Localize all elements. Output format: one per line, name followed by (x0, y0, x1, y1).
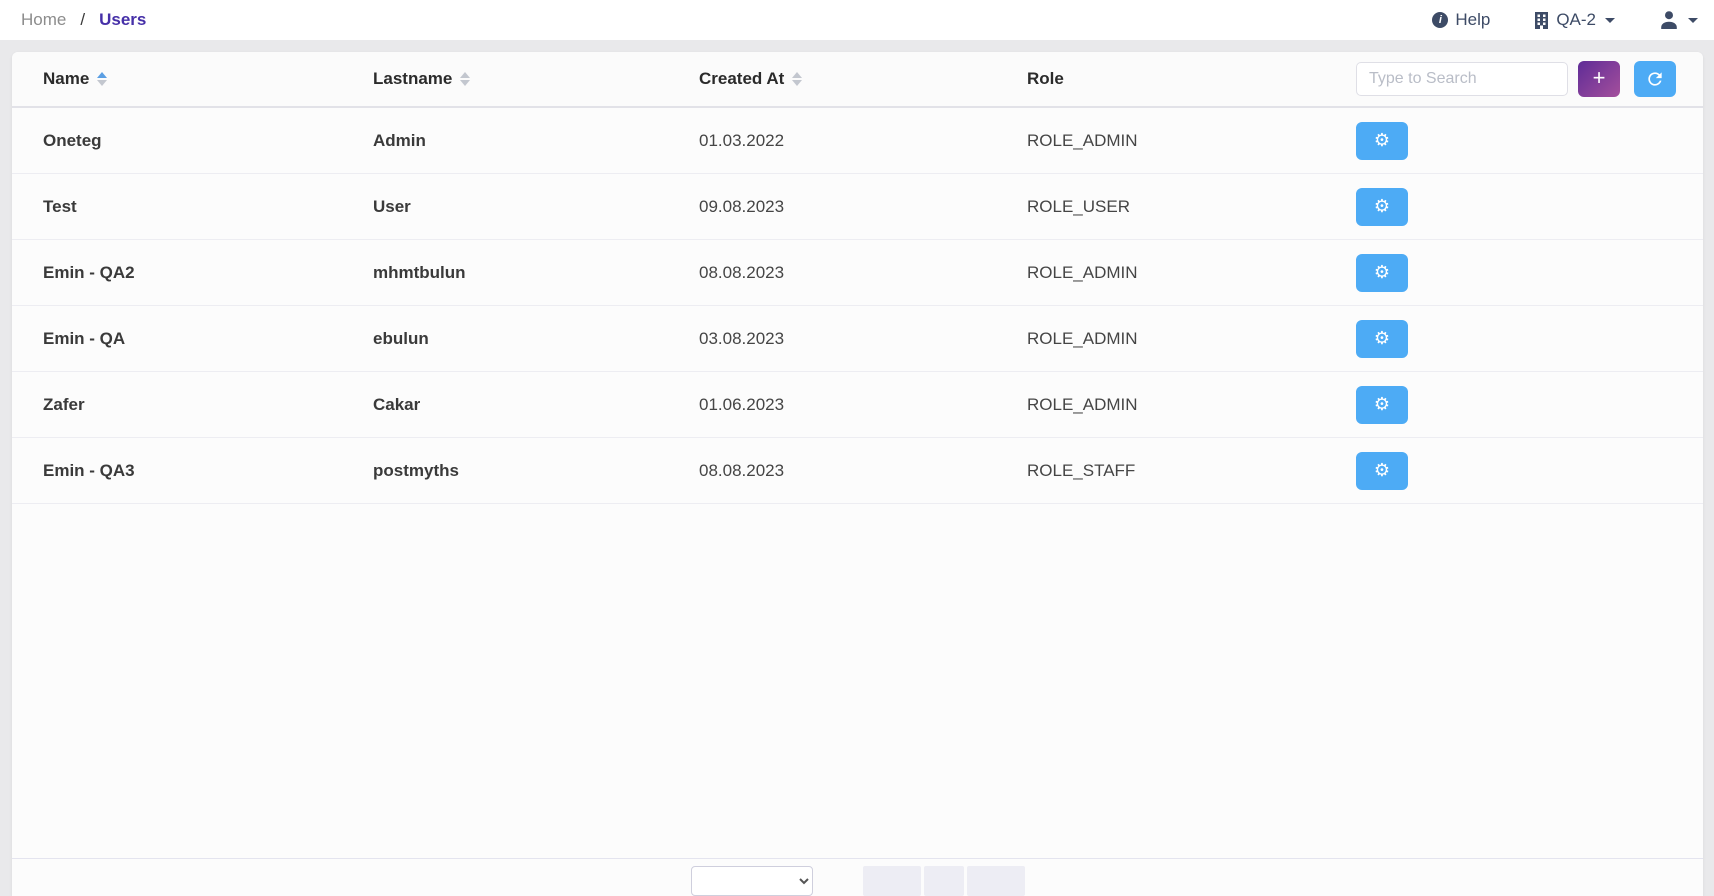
header-actions: + (1356, 61, 1676, 97)
column-label: Role (1027, 69, 1064, 89)
column-header-name[interactable]: Name (43, 69, 373, 89)
cell-lastname: User (373, 197, 699, 217)
help-button[interactable]: i Help (1432, 10, 1490, 30)
org-switcher-dropdown[interactable]: QA-2 (1534, 10, 1615, 30)
refresh-button[interactable] (1634, 61, 1676, 97)
table-body: Oneteg Admin 01.03.2022 ROLE_ADMIN ⚙ Tes… (12, 108, 1703, 504)
cell-actions: ⚙ (1356, 188, 1658, 226)
chevron-down-icon (1688, 18, 1698, 23)
gear-icon: ⚙ (1374, 330, 1390, 348)
cell-name: Oneteg (43, 131, 373, 151)
cell-name: Test (43, 197, 373, 217)
breadcrumb: Home / Users (21, 10, 146, 30)
table-row: Oneteg Admin 01.03.2022 ROLE_ADMIN ⚙ (12, 108, 1703, 174)
cell-name: Emin - QA2 (43, 263, 373, 283)
pagination-footer (12, 858, 1703, 896)
row-settings-button[interactable]: ⚙ (1356, 122, 1408, 160)
row-settings-button[interactable]: ⚙ (1356, 188, 1408, 226)
column-label: Lastname (373, 69, 452, 89)
column-header-role: Role (1027, 69, 1356, 89)
cell-name: Emin - QA (43, 329, 373, 349)
gear-icon: ⚙ (1374, 396, 1390, 414)
user-icon (1659, 10, 1679, 30)
building-icon (1534, 12, 1549, 29)
sort-icon (792, 72, 802, 86)
breadcrumb-separator: / (80, 10, 85, 30)
cell-role: ROLE_STAFF (1027, 461, 1356, 481)
cell-created-at: 01.06.2023 (699, 395, 1027, 415)
cell-name: Zafer (43, 395, 373, 415)
column-label: Created At (699, 69, 784, 89)
topbar-right: i Help QA-2 (1432, 10, 1698, 30)
column-label: Name (43, 69, 89, 89)
help-label: Help (1455, 10, 1490, 30)
cell-lastname: postmyths (373, 461, 699, 481)
page-size-select[interactable] (691, 866, 813, 896)
breadcrumb-home-link[interactable]: Home (21, 10, 66, 30)
cell-role: ROLE_ADMIN (1027, 263, 1356, 283)
cell-name: Emin - QA3 (43, 461, 373, 481)
info-circle-icon: i (1432, 12, 1448, 28)
cell-created-at: 01.03.2022 (699, 131, 1027, 151)
users-table-card: Name Lastname Created At Role + Oneteg (12, 52, 1703, 896)
row-settings-button[interactable]: ⚙ (1356, 254, 1408, 292)
table-header-row: Name Lastname Created At Role + (12, 52, 1703, 108)
table-row: Emin - QA3 postmyths 08.08.2023 ROLE_STA… (12, 438, 1703, 504)
cell-lastname: Admin (373, 131, 699, 151)
refresh-icon (1645, 69, 1665, 89)
cell-actions: ⚙ (1356, 122, 1658, 160)
row-settings-button[interactable]: ⚙ (1356, 320, 1408, 358)
search-input[interactable] (1356, 62, 1568, 96)
column-header-created-at[interactable]: Created At (699, 69, 1027, 89)
pager-next-button[interactable] (967, 866, 1025, 896)
sort-icon (97, 72, 107, 86)
cell-created-at: 08.08.2023 (699, 263, 1027, 283)
row-settings-button[interactable]: ⚙ (1356, 452, 1408, 490)
cell-role: ROLE_ADMIN (1027, 329, 1356, 349)
user-menu-dropdown[interactable] (1659, 10, 1698, 30)
cell-role: ROLE_ADMIN (1027, 395, 1356, 415)
pager (863, 866, 1025, 896)
cell-created-at: 09.08.2023 (699, 197, 1027, 217)
table-row: Test User 09.08.2023 ROLE_USER ⚙ (12, 174, 1703, 240)
cell-actions: ⚙ (1356, 320, 1658, 358)
cell-lastname: ebulun (373, 329, 699, 349)
row-settings-button[interactable]: ⚙ (1356, 386, 1408, 424)
pager-prev-button[interactable] (863, 866, 921, 896)
cell-role: ROLE_ADMIN (1027, 131, 1356, 151)
breadcrumb-current-users: Users (99, 10, 146, 30)
add-user-button[interactable]: + (1578, 61, 1620, 97)
table-row: Zafer Cakar 01.06.2023 ROLE_ADMIN ⚙ (12, 372, 1703, 438)
table-row: Emin - QA2 mhmtbulun 08.08.2023 ROLE_ADM… (12, 240, 1703, 306)
column-header-lastname[interactable]: Lastname (373, 69, 699, 89)
org-label: QA-2 (1556, 10, 1596, 30)
gear-icon: ⚙ (1374, 198, 1390, 216)
pager-page-button[interactable] (924, 866, 964, 896)
gear-icon: ⚙ (1374, 264, 1390, 282)
cell-actions: ⚙ (1356, 452, 1658, 490)
cell-created-at: 08.08.2023 (699, 461, 1027, 481)
sort-icon (460, 72, 470, 86)
cell-created-at: 03.08.2023 (699, 329, 1027, 349)
cell-lastname: mhmtbulun (373, 263, 699, 283)
cell-lastname: Cakar (373, 395, 699, 415)
cell-actions: ⚙ (1356, 386, 1658, 424)
chevron-down-icon (1605, 18, 1615, 23)
cell-actions: ⚙ (1356, 254, 1658, 292)
topbar: Home / Users i Help QA-2 (0, 0, 1714, 40)
cell-role: ROLE_USER (1027, 197, 1356, 217)
gear-icon: ⚙ (1374, 462, 1390, 480)
gear-icon: ⚙ (1374, 132, 1390, 150)
table-row: Emin - QA ebulun 03.08.2023 ROLE_ADMIN ⚙ (12, 306, 1703, 372)
